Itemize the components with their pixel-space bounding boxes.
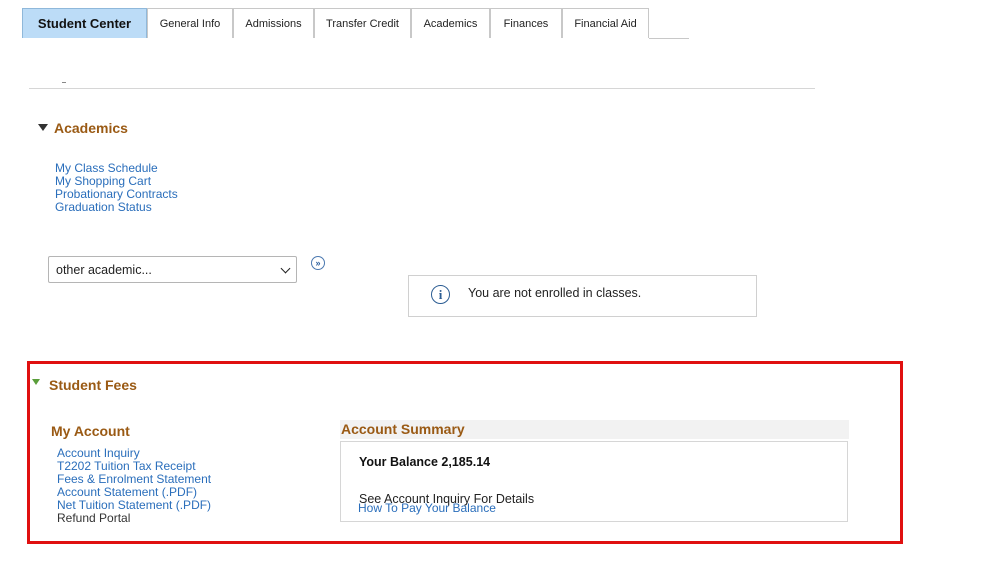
tab-transfer-credit[interactable]: Transfer Credit bbox=[314, 8, 411, 38]
double-chevron-right-icon: » bbox=[315, 258, 321, 268]
notice-text: You are not enrolled in classes. bbox=[468, 286, 642, 300]
tab-bar-divider bbox=[649, 38, 689, 39]
highlight-box bbox=[27, 361, 903, 544]
tab-finances[interactable]: Finances bbox=[490, 8, 562, 38]
info-icon: i bbox=[431, 285, 450, 304]
tab-admissions[interactable]: Admissions bbox=[233, 8, 314, 38]
collapse-academics-icon[interactable] bbox=[38, 124, 48, 131]
link-graduation-status[interactable]: Graduation Status bbox=[55, 201, 152, 214]
enrollment-notice: i You are not enrolled in classes. bbox=[408, 275, 757, 317]
academics-title: Academics bbox=[54, 120, 128, 136]
divider-mark bbox=[62, 82, 66, 83]
other-academic-select[interactable]: other academic... bbox=[48, 256, 297, 283]
tab-financial-aid[interactable]: Financial Aid bbox=[562, 8, 649, 38]
tab-general-info[interactable]: General Info bbox=[147, 8, 233, 38]
tab-academics[interactable]: Academics bbox=[411, 8, 490, 38]
tab-student-center[interactable]: Student Center bbox=[22, 8, 147, 38]
go-button[interactable]: » bbox=[311, 256, 325, 270]
section-divider bbox=[29, 88, 815, 89]
select-value: other academic... bbox=[56, 262, 152, 277]
chevron-down-icon bbox=[280, 263, 291, 274]
